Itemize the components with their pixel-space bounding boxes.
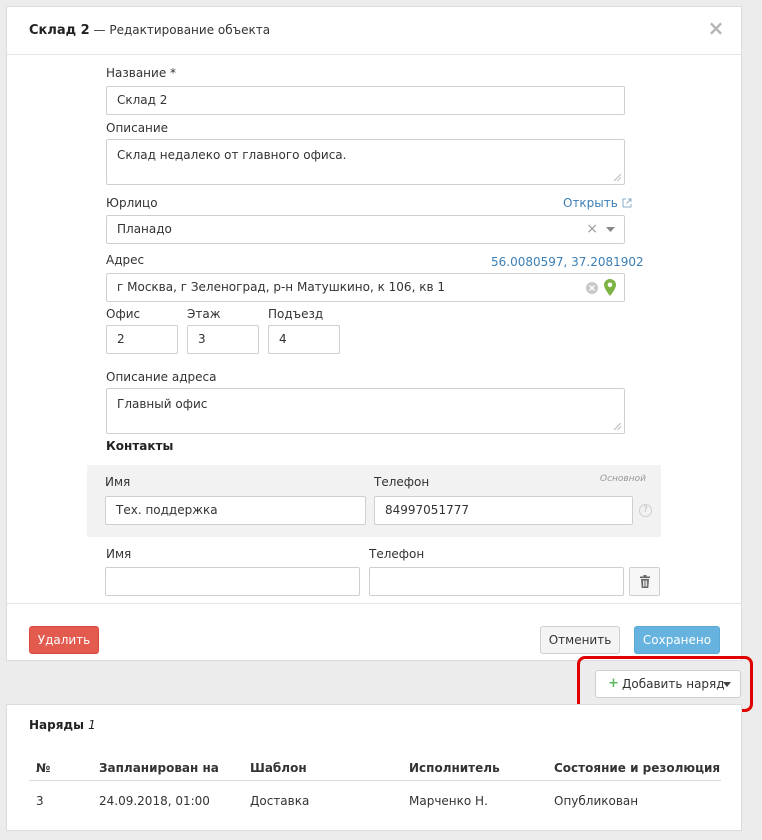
floor-label: Этаж: [187, 307, 221, 321]
open-legal-link[interactable]: Открыть: [563, 196, 632, 210]
resize-grip-icon[interactable]: [614, 423, 621, 430]
order-id-link[interactable]: 3: [36, 794, 44, 808]
modal-title: Склад 2 — Редактирование объекта: [29, 23, 270, 38]
new-contact-name-input[interactable]: [105, 567, 360, 596]
chevron-down-icon[interactable]: [606, 227, 615, 233]
legal-entity-label: Юрлицо: [106, 196, 158, 210]
contacts-heading: Контакты: [106, 439, 174, 453]
new-contact-phone-input[interactable]: [369, 567, 624, 596]
col-header-status: Состояние и резолюция: [554, 761, 721, 775]
delete-contact-button[interactable]: [629, 567, 660, 596]
coordinates-link[interactable]: 56.0080597, 37.2081902: [491, 255, 644, 269]
edit-object-modal: Склад 2 — Редактирование объекта × Назва…: [6, 6, 742, 661]
open-link-text: Открыть: [563, 196, 618, 210]
order-status: Опубликован: [554, 794, 639, 808]
plus-icon: +: [608, 676, 619, 691]
legal-entity-select[interactable]: Планадо ×: [106, 215, 625, 244]
new-contact-phone-label: Телефон: [369, 547, 425, 561]
col-header-planned: Запланирован на: [99, 761, 219, 775]
cancel-button[interactable]: Отменить: [540, 626, 620, 654]
entrance-input[interactable]: 4: [268, 325, 340, 354]
orders-count: 1: [88, 718, 96, 732]
description-label: Описание: [106, 121, 169, 135]
resize-grip-icon[interactable]: [614, 174, 621, 181]
map-pin-icon[interactable]: [604, 279, 616, 296]
address-label: Адрес: [106, 253, 145, 267]
clear-select-icon[interactable]: ×: [586, 216, 598, 243]
name-label: Название *: [106, 66, 177, 80]
new-contact-name-label: Имя: [106, 547, 132, 561]
add-order-button[interactable]: + Добавить наряд: [595, 670, 741, 698]
address-input[interactable]: г Москва, г Зеленоград, р-н Матушкино, к…: [106, 273, 625, 302]
save-button[interactable]: Сохранено: [634, 626, 720, 654]
caret-down-icon: [723, 682, 731, 687]
modal-header: Склад 2 — Редактирование объекта ×: [7, 7, 741, 55]
col-header-template: Шаблон: [250, 761, 307, 775]
orders-panel: Наряды 1 № Запланирован на Шаблон Исполн…: [6, 704, 742, 831]
trash-icon: [640, 575, 650, 588]
office-label: Офис: [106, 307, 141, 321]
modal-footer: Удалить Отменить Сохранено: [7, 603, 741, 661]
name-input[interactable]: Склад 2: [106, 86, 625, 115]
clear-address-icon[interactable]: [586, 282, 598, 294]
delete-button[interactable]: Удалить: [29, 626, 99, 654]
modal-title-object: Склад 2: [29, 23, 90, 38]
order-assignee: Марченко Н.: [409, 794, 488, 808]
office-input[interactable]: 2: [106, 325, 178, 354]
orders-title: Наряды: [29, 718, 84, 732]
address-description-label: Описание адреса: [106, 370, 217, 384]
order-template: Доставка: [250, 794, 310, 808]
table-row: 3 24.09.2018, 01:00 Доставка Марченко Н.…: [29, 783, 721, 819]
external-link-icon: [622, 198, 632, 208]
floor-input[interactable]: 3: [187, 325, 259, 354]
orders-heading: Наряды 1: [29, 718, 96, 732]
address-value: г Москва, г Зеленоград, р-н Матушкино, к…: [117, 280, 445, 294]
description-textarea[interactable]: Склад недалеко от главного офиса.: [106, 139, 625, 185]
modal-title-action: — Редактирование объекта: [89, 23, 271, 37]
primary-badge: Основной: [600, 474, 646, 484]
description-text: Склад недалеко от главного офиса.: [117, 148, 347, 162]
contact-name-label: Имя: [105, 475, 131, 489]
table-header-divider: [29, 780, 721, 781]
contact-name-input[interactable]: Тех. поддержка: [105, 496, 366, 525]
primary-contact-row: Имя Телефон Основной Тех. поддержка 8499…: [87, 465, 661, 537]
col-header-number: №: [36, 761, 51, 775]
entrance-label: Подъезд: [268, 307, 324, 321]
address-description-text: Главный офис: [117, 397, 208, 411]
col-header-assignee: Исполнитель: [409, 761, 500, 775]
add-order-label: Добавить наряд: [622, 677, 725, 691]
contact-phone-input[interactable]: 84997051777: [374, 496, 633, 525]
contact-phone-label: Телефон: [374, 475, 430, 489]
legal-entity-value: Планадо: [117, 222, 172, 236]
close-icon[interactable]: ×: [707, 18, 725, 38]
address-description-textarea[interactable]: Главный офис: [106, 388, 625, 434]
help-icon[interactable]: ?: [639, 504, 652, 517]
order-date: 24.09.2018, 01:00: [99, 794, 210, 808]
